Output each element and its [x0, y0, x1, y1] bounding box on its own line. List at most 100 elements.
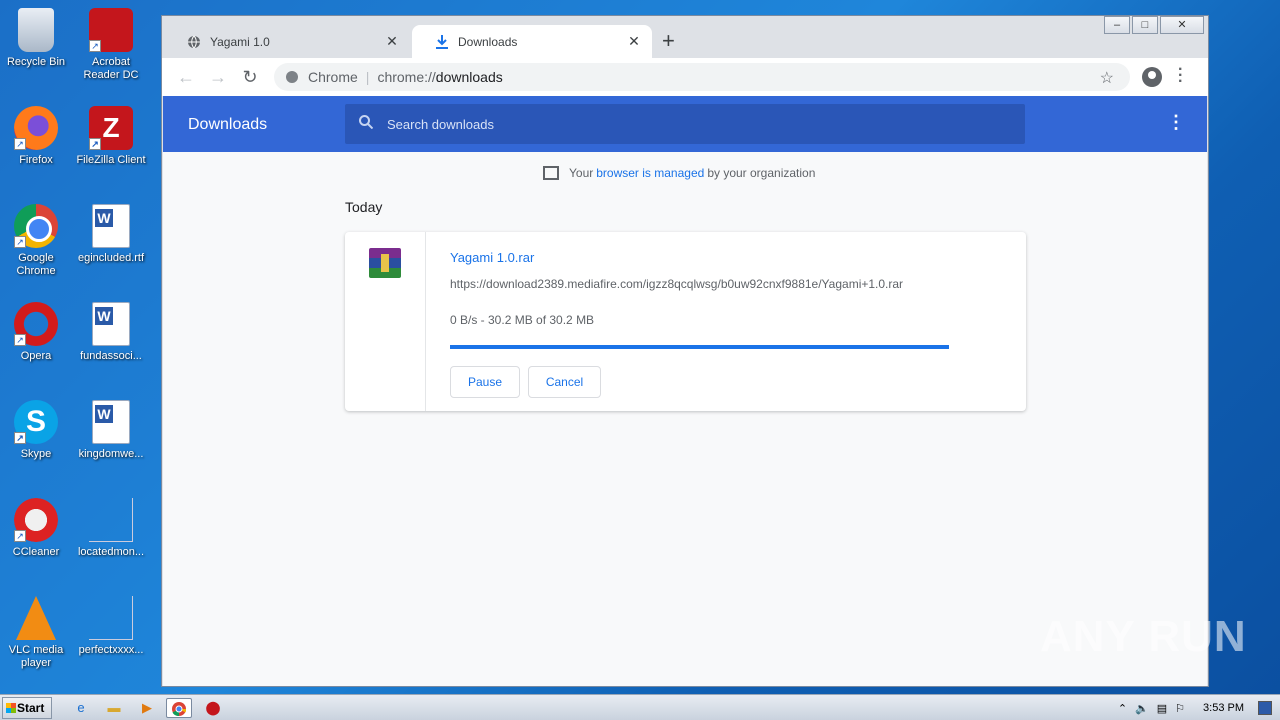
- ccleaner-icon: ↗: [14, 498, 58, 542]
- tab-downloads[interactable]: Downloads ✕: [412, 25, 652, 58]
- managed-prefix: Your: [569, 166, 594, 180]
- recycle-bin-icon: [18, 8, 54, 52]
- filezilla-icon: Z ↗: [89, 106, 133, 150]
- download-icon: [434, 34, 450, 50]
- search-input[interactable]: [387, 116, 987, 132]
- cancel-button[interactable]: Cancel: [528, 366, 601, 398]
- page-title: Downloads: [188, 116, 268, 133]
- desktop-icon-opera[interactable]: ↗ Opera: [0, 302, 72, 363]
- window-controls: – □ ✕: [1104, 16, 1204, 34]
- show-hidden-icons-icon[interactable]: ⌃: [1118, 702, 1127, 715]
- desktop-icon-label: Opera: [20, 350, 52, 362]
- internet-explorer-icon[interactable]: e: [68, 698, 94, 718]
- search-box[interactable]: [345, 104, 1025, 144]
- opera-icon: ↗: [14, 302, 58, 346]
- vlc-cone-icon: [16, 596, 56, 640]
- tab-title: Downloads: [458, 34, 518, 49]
- desktop-icon-label: FileZilla Client: [76, 154, 146, 166]
- reload-icon[interactable]: ↻: [234, 67, 266, 88]
- clock[interactable]: 3:53 PM: [1203, 702, 1244, 714]
- desktop-icon-acrobat[interactable]: ↗ Acrobat Reader DC: [75, 8, 147, 82]
- start-button[interactable]: Start: [2, 697, 52, 719]
- desktop-icon-ccleaner[interactable]: ↗ CCleaner: [0, 498, 72, 559]
- opera-taskbar-icon[interactable]: ⬤: [200, 698, 226, 718]
- bookmark-star-icon[interactable]: ☆: [1100, 68, 1114, 88]
- forward-arrow-icon[interactable]: →: [202, 67, 234, 88]
- winrar-archive-icon: [369, 248, 401, 278]
- managed-link[interactable]: browser is managed: [596, 166, 704, 180]
- omnibox-chip: Chrome: [308, 69, 358, 85]
- close-window-button[interactable]: ✕: [1160, 16, 1204, 34]
- tab-yagami[interactable]: Yagami 1.0 ✕: [164, 25, 410, 58]
- desktop-icon-kingdomwe[interactable]: kingdomwe...: [75, 400, 147, 461]
- media-player-icon[interactable]: ▶: [134, 698, 160, 718]
- maximize-button[interactable]: □: [1132, 16, 1158, 34]
- desktop-icon-egincluded[interactable]: egincluded.rtf: [75, 204, 147, 265]
- omnibox-host: downloads: [435, 69, 503, 85]
- address-bar[interactable]: Chrome | chrome:// downloads ☆: [274, 63, 1130, 91]
- blank-file-icon: [89, 498, 133, 542]
- blank-file-icon: [89, 596, 133, 640]
- date-section-title: Today: [345, 199, 383, 215]
- folder-icon[interactable]: ▬: [101, 698, 127, 718]
- desktop-icon-label: kingdomwe...: [78, 448, 144, 460]
- more-actions-icon[interactable]: ⋮: [1167, 112, 1185, 133]
- tab-strip: Yagami 1.0 ✕ Downloads ✕ + – □ ✕: [162, 16, 1208, 58]
- download-progress-fill: [450, 345, 949, 349]
- desktop-icon-label: Firefox: [19, 154, 53, 166]
- desktop-icon-label: Acrobat Reader DC: [83, 56, 139, 81]
- desktop-icon-vlc[interactable]: VLC media player: [0, 596, 72, 670]
- taskbar-chrome-icon[interactable]: [166, 698, 192, 718]
- shortcut-arrow-icon: ↗: [14, 236, 26, 248]
- browser-toolbar: ← → ↻ Chrome | chrome:// downloads ☆ · · ·: [162, 58, 1208, 96]
- desktop-icon-fundassoci[interactable]: fundassoci...: [75, 302, 147, 363]
- omnibox-scheme: chrome://: [377, 69, 436, 85]
- globe-icon: [186, 34, 202, 50]
- download-item-card: Yagami 1.0.rar https://download2389.medi…: [345, 232, 1026, 411]
- skype-icon: S ↗: [14, 400, 58, 444]
- shortcut-arrow-icon: ↗: [14, 138, 26, 150]
- desktop-icon-recycle-bin[interactable]: Recycle Bin: [0, 8, 72, 69]
- chrome-window: Yagami 1.0 ✕ Downloads ✕ + – □ ✕ ← → ↻ C…: [161, 15, 1209, 687]
- desktop-icon-filezilla[interactable]: Z ↗ FileZilla Client: [75, 106, 147, 167]
- pause-button[interactable]: Pause: [450, 366, 520, 398]
- download-progress-bar: [450, 345, 949, 349]
- shortcut-arrow-icon: ↗: [14, 530, 26, 542]
- file-name-link[interactable]: Yagami 1.0.rar: [450, 250, 534, 265]
- downloads-page: Downloads ⋮ Your browser is managed by y…: [163, 96, 1207, 686]
- desktop-icon-label: locatedmon...: [77, 546, 145, 558]
- desktop-icon-label: VLC media player: [8, 644, 64, 669]
- action-center-flag-icon[interactable]: ⚐: [1175, 702, 1185, 715]
- word-document-icon: [92, 302, 130, 346]
- minimize-button[interactable]: –: [1104, 16, 1130, 34]
- desktop-icon-locatedmon[interactable]: locatedmon...: [75, 498, 147, 559]
- profile-avatar-icon[interactable]: [1142, 67, 1162, 87]
- file-icon-column: [345, 232, 426, 411]
- show-desktop-button[interactable]: [1258, 701, 1272, 715]
- tab-close-icon[interactable]: ✕: [626, 33, 642, 50]
- shortcut-arrow-icon: ↗: [89, 40, 101, 52]
- system-tray: ⌃ 🔈 ▤ ⚐ 3:53 PM: [1118, 695, 1280, 720]
- shortcut-arrow-icon: ↗: [14, 334, 26, 346]
- desktop-icon-firefox[interactable]: ↗ Firefox: [0, 106, 72, 167]
- file-source-url[interactable]: https://download2389.mediafire.com/igzz8…: [450, 277, 903, 291]
- desktop-icon-label: egincluded.rtf: [77, 252, 145, 264]
- tab-title: Yagami 1.0: [210, 34, 270, 49]
- download-status: 0 B/s - 30.2 MB of 30.2 MB: [450, 313, 595, 327]
- browser-menu-icon[interactable]: · · ·: [1178, 62, 1183, 90]
- tab-close-icon[interactable]: ✕: [384, 33, 400, 50]
- search-icon: [359, 114, 374, 134]
- network-icon[interactable]: ▤: [1157, 702, 1167, 715]
- desktop-icon-label: CCleaner: [12, 546, 60, 558]
- desktop-icon-perfect[interactable]: perfectxxxx...: [75, 596, 147, 657]
- desktop-icon-skype[interactable]: S ↗ Skype: [0, 400, 72, 461]
- desktop-icon-chrome[interactable]: ↗ Google Chrome: [0, 204, 72, 278]
- desktop-icon-label: fundassoci...: [80, 350, 142, 362]
- new-tab-button[interactable]: +: [662, 30, 675, 52]
- firefox-icon: ↗: [14, 106, 58, 150]
- back-arrow-icon[interactable]: ←: [170, 67, 202, 88]
- omnibox-separator: |: [365, 69, 370, 85]
- acrobat-icon: ↗: [89, 8, 133, 52]
- volume-icon[interactable]: 🔈: [1135, 702, 1149, 715]
- anyrun-watermark: ANY RUN: [1040, 612, 1247, 661]
